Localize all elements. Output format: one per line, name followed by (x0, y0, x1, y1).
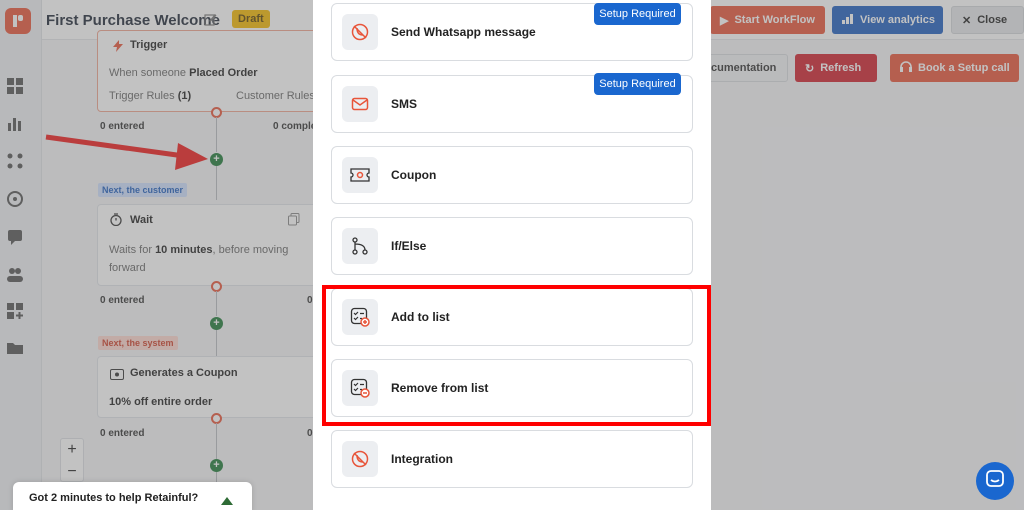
option-if-else[interactable]: If/Else (331, 217, 693, 275)
option-sms[interactable]: SMS Setup Required (331, 73, 693, 133)
add-step-modal: Send Whatsapp message Setup Required SMS… (313, 0, 711, 510)
setup-required-badge[interactable]: Setup Required (594, 3, 681, 25)
whatsapp-disabled-icon (342, 14, 378, 50)
branch-icon (342, 228, 378, 264)
caret-up-icon[interactable] (221, 492, 233, 510)
option-coupon[interactable]: Coupon (331, 146, 693, 204)
highlight-annotation (322, 285, 711, 426)
feedback-widget[interactable]: Got 2 minutes to help Retainful? (13, 482, 252, 510)
integration-icon (342, 441, 378, 477)
chat-launcher[interactable] (976, 462, 1014, 500)
chat-icon (986, 469, 1004, 493)
sms-icon (342, 86, 378, 122)
option-integration[interactable]: Integration (331, 430, 693, 488)
coupon-icon (342, 157, 378, 193)
setup-required-badge[interactable]: Setup Required (594, 73, 681, 95)
option-send-whatsapp[interactable]: Send Whatsapp message Setup Required (331, 3, 693, 61)
